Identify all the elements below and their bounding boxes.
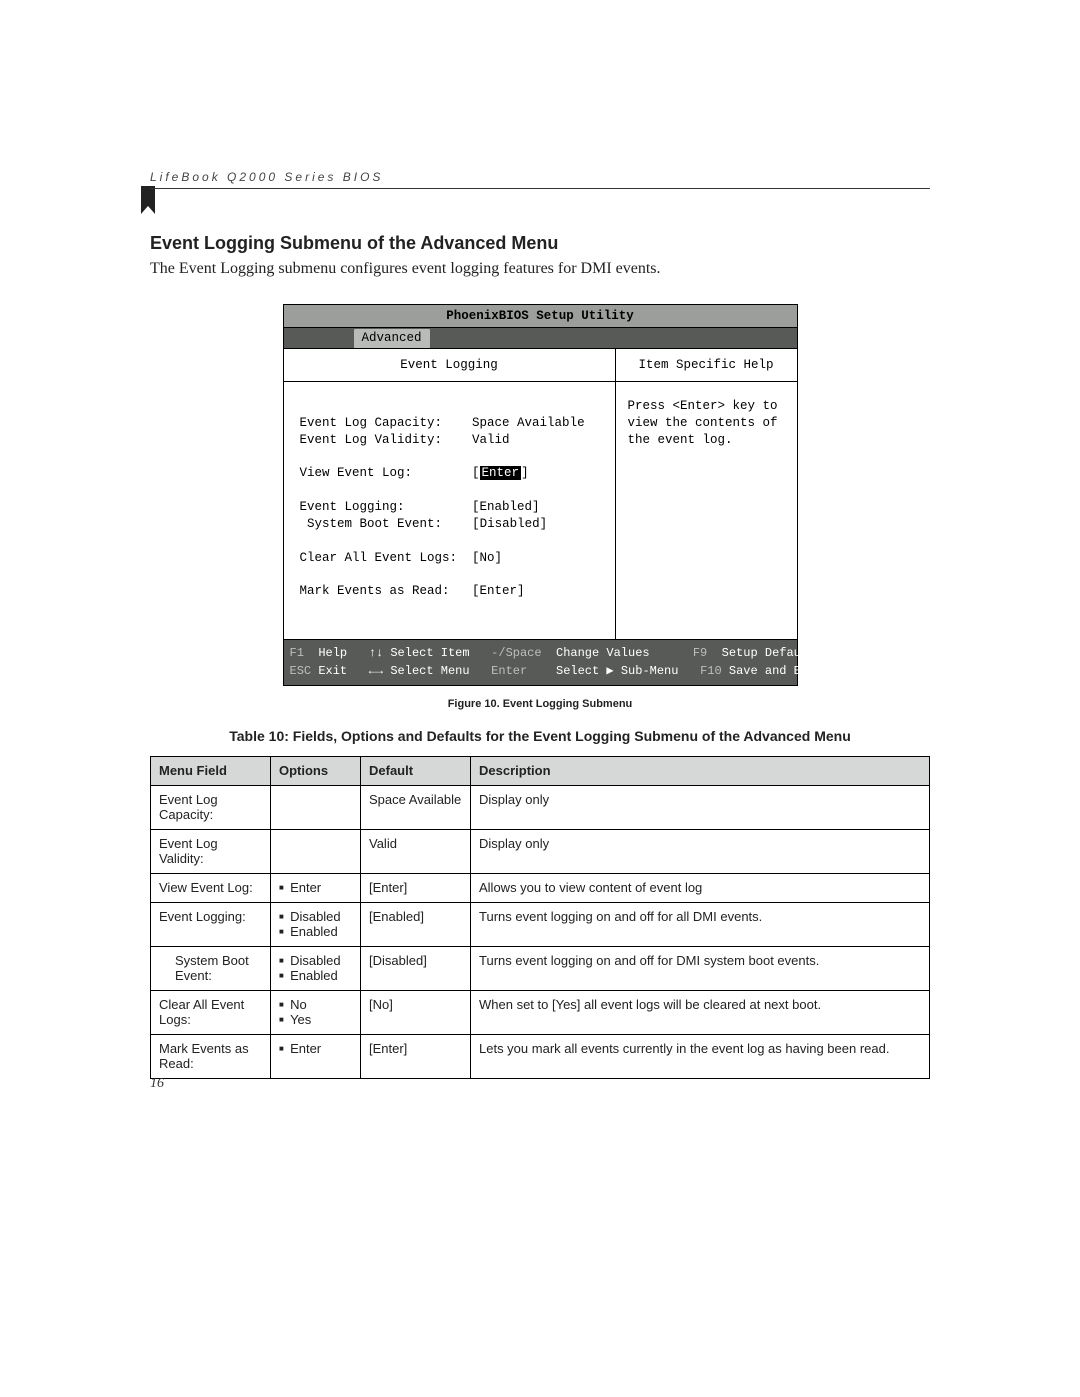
- field-view-value: Enter: [480, 466, 522, 480]
- intro-paragraph: The Event Logging submenu configures eve…: [150, 260, 930, 278]
- table-row: Clear All Event Logs:NoYes[No]When set t…: [151, 990, 930, 1034]
- option-item: Enabled: [279, 968, 352, 983]
- table-row: Event Log Validity: ValidDisplay only: [151, 829, 930, 873]
- bios-right-heading: Item Specific Help: [616, 349, 797, 382]
- field-logging-label: Event Logging:: [300, 500, 405, 514]
- bios-left-panel: Event Logging Event Log Capacity: Space …: [284, 349, 616, 639]
- table-row: Event Logging:DisabledEnabled[Enabled]Tu…: [151, 902, 930, 946]
- cell-description: When set to [Yes] all event logs will be…: [471, 990, 930, 1034]
- cell-default: [Enter]: [361, 1034, 471, 1078]
- running-header-text: LifeBook Q2000 Series BIOS: [150, 170, 383, 184]
- option-item: Disabled: [279, 909, 352, 924]
- cell-field: Event Logging:: [151, 902, 271, 946]
- table-row: System Boot Event:DisabledEnabled[Disabl…: [151, 946, 930, 990]
- col-header-description: Description: [471, 756, 930, 785]
- cell-field: Clear All Event Logs:: [151, 990, 271, 1034]
- field-mark-label: Mark Events as Read:: [300, 584, 450, 598]
- cell-description: Turns event logging on and off for all D…: [471, 902, 930, 946]
- table-row: Event Log Capacity: Space AvailableDispla…: [151, 785, 930, 829]
- cell-description: Display only: [471, 785, 930, 829]
- cell-field: Event Log Capacity:: [151, 785, 271, 829]
- bios-active-tab: Advanced: [354, 329, 430, 348]
- option-item: Enter: [279, 1041, 352, 1056]
- col-header-default: Default: [361, 756, 471, 785]
- bios-footer: F1 Help ↑↓ Select Item -/Space Change Va…: [284, 640, 797, 685]
- field-boot-value: [Disabled]: [472, 517, 547, 531]
- table-head-row: Menu Field Options Default Description: [151, 756, 930, 785]
- cell-description: Allows you to view content of event log: [471, 873, 930, 902]
- bios-menu-bar: Advanced: [284, 328, 797, 349]
- cell-field: Event Log Validity:: [151, 829, 271, 873]
- option-item: Enabled: [279, 924, 352, 939]
- cell-description: Lets you mark all events currently in th…: [471, 1034, 930, 1078]
- section-title: Event Logging Submenu of the Advanced Me…: [150, 233, 930, 254]
- running-header: LifeBook Q2000 Series BIOS: [150, 168, 930, 189]
- options-table: Menu Field Options Default Description E…: [150, 756, 930, 1079]
- bios-screenshot: PhoenixBIOS Setup Utility Advanced Event…: [283, 304, 798, 686]
- table-title: Table 10: Fields, Options and Defaults f…: [150, 728, 930, 744]
- cell-options: [271, 829, 361, 873]
- field-mark-value: [Enter]: [472, 584, 525, 598]
- option-item: Disabled: [279, 953, 352, 968]
- field-validity-label: Event Log Validity:: [300, 433, 443, 447]
- cell-field: System Boot Event:: [151, 946, 271, 990]
- field-logging-value: [Enabled]: [472, 500, 540, 514]
- cell-description: Turns event logging on and off for DMI s…: [471, 946, 930, 990]
- cell-options: Enter: [271, 1034, 361, 1078]
- cell-default: Valid: [361, 829, 471, 873]
- col-header-field: Menu Field: [151, 756, 271, 785]
- option-item: Yes: [279, 1012, 352, 1027]
- cell-default: [Disabled]: [361, 946, 471, 990]
- field-capacity-value: Space Available: [472, 416, 585, 430]
- field-capacity-label: Event Log Capacity:: [300, 416, 443, 430]
- cell-default: [No]: [361, 990, 471, 1034]
- cell-field: Mark Events as Read:: [151, 1034, 271, 1078]
- cell-description: Display only: [471, 829, 930, 873]
- cell-options: DisabledEnabled: [271, 902, 361, 946]
- bios-left-heading: Event Logging: [284, 349, 615, 382]
- field-clear-value: [No]: [472, 551, 502, 565]
- document-page: LifeBook Q2000 Series BIOS Event Logging…: [150, 168, 930, 1079]
- cell-default: [Enabled]: [361, 902, 471, 946]
- cell-options: [271, 785, 361, 829]
- field-clear-label: Clear All Event Logs:: [300, 551, 458, 565]
- field-view-label: View Event Log:: [300, 466, 413, 480]
- cell-options: NoYes: [271, 990, 361, 1034]
- bios-right-panel: Item Specific Help Press <Enter> key to …: [616, 349, 797, 639]
- cell-default: Space Available: [361, 785, 471, 829]
- cell-default: [Enter]: [361, 873, 471, 902]
- cell-options: Enter: [271, 873, 361, 902]
- page-number: 16: [150, 1076, 164, 1092]
- field-validity-value: Valid: [472, 433, 510, 447]
- cell-options: DisabledEnabled: [271, 946, 361, 990]
- bios-title-bar: PhoenixBIOS Setup Utility: [284, 305, 797, 328]
- bios-help-text: Press <Enter> key to view the contents o…: [616, 382, 797, 639]
- field-boot-label: System Boot Event:: [307, 517, 442, 531]
- option-item: Enter: [279, 880, 352, 895]
- table-row: View Event Log: Enter [Enter]Allows you to…: [151, 873, 930, 902]
- col-header-options: Options: [271, 756, 361, 785]
- figure-caption: Figure 10. Event Logging Submenu: [150, 698, 930, 710]
- bios-field-list: Event Log Capacity: Space Available Even…: [284, 382, 615, 639]
- table-row: Mark Events as Read: Enter [Enter]Lets you…: [151, 1034, 930, 1078]
- cell-field: View Event Log:: [151, 873, 271, 902]
- option-item: No: [279, 997, 352, 1012]
